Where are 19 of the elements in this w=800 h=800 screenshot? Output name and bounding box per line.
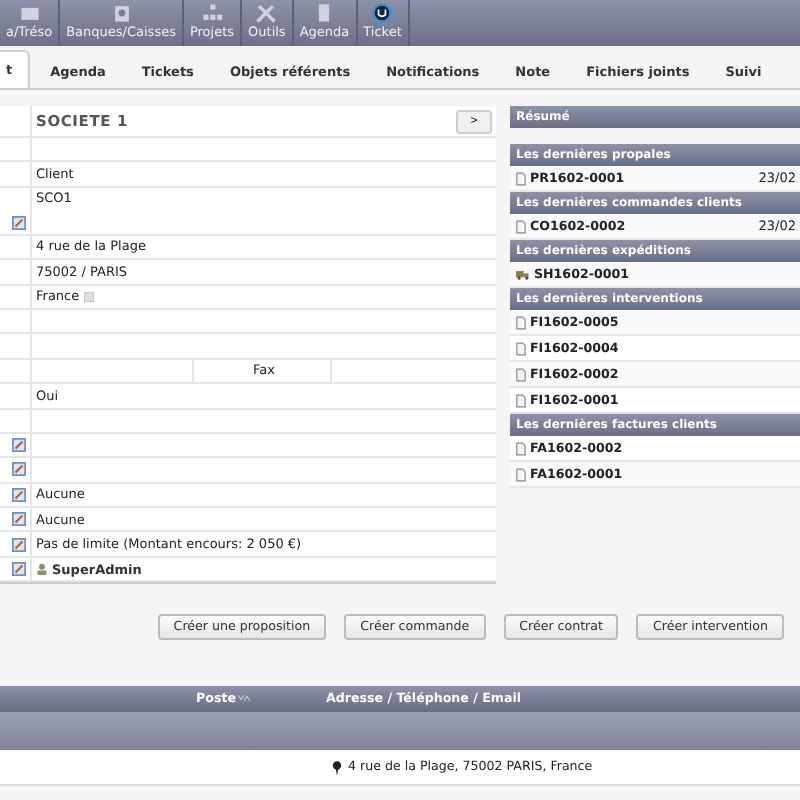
cash-icon xyxy=(17,2,42,24)
edit-icon[interactable] xyxy=(12,438,26,453)
edit-icon[interactable] xyxy=(12,462,26,477)
map-pin-icon xyxy=(332,759,342,775)
edit-icon[interactable] xyxy=(12,487,26,502)
edit-icon[interactable] xyxy=(12,512,26,527)
document-icon xyxy=(516,219,526,233)
tools-icon xyxy=(254,2,279,24)
flag-icon xyxy=(83,291,94,302)
sort-icon[interactable] xyxy=(237,694,250,702)
ticket-icon xyxy=(370,2,395,24)
document-icon xyxy=(516,171,526,185)
truck-icon xyxy=(516,269,530,279)
safe-icon xyxy=(109,2,134,24)
edit-icon[interactable] xyxy=(12,562,26,577)
edit-icon[interactable] xyxy=(12,537,26,552)
user-icon xyxy=(36,562,48,577)
edit-icon[interactable] xyxy=(12,215,26,230)
hierarchy-icon xyxy=(200,2,224,24)
